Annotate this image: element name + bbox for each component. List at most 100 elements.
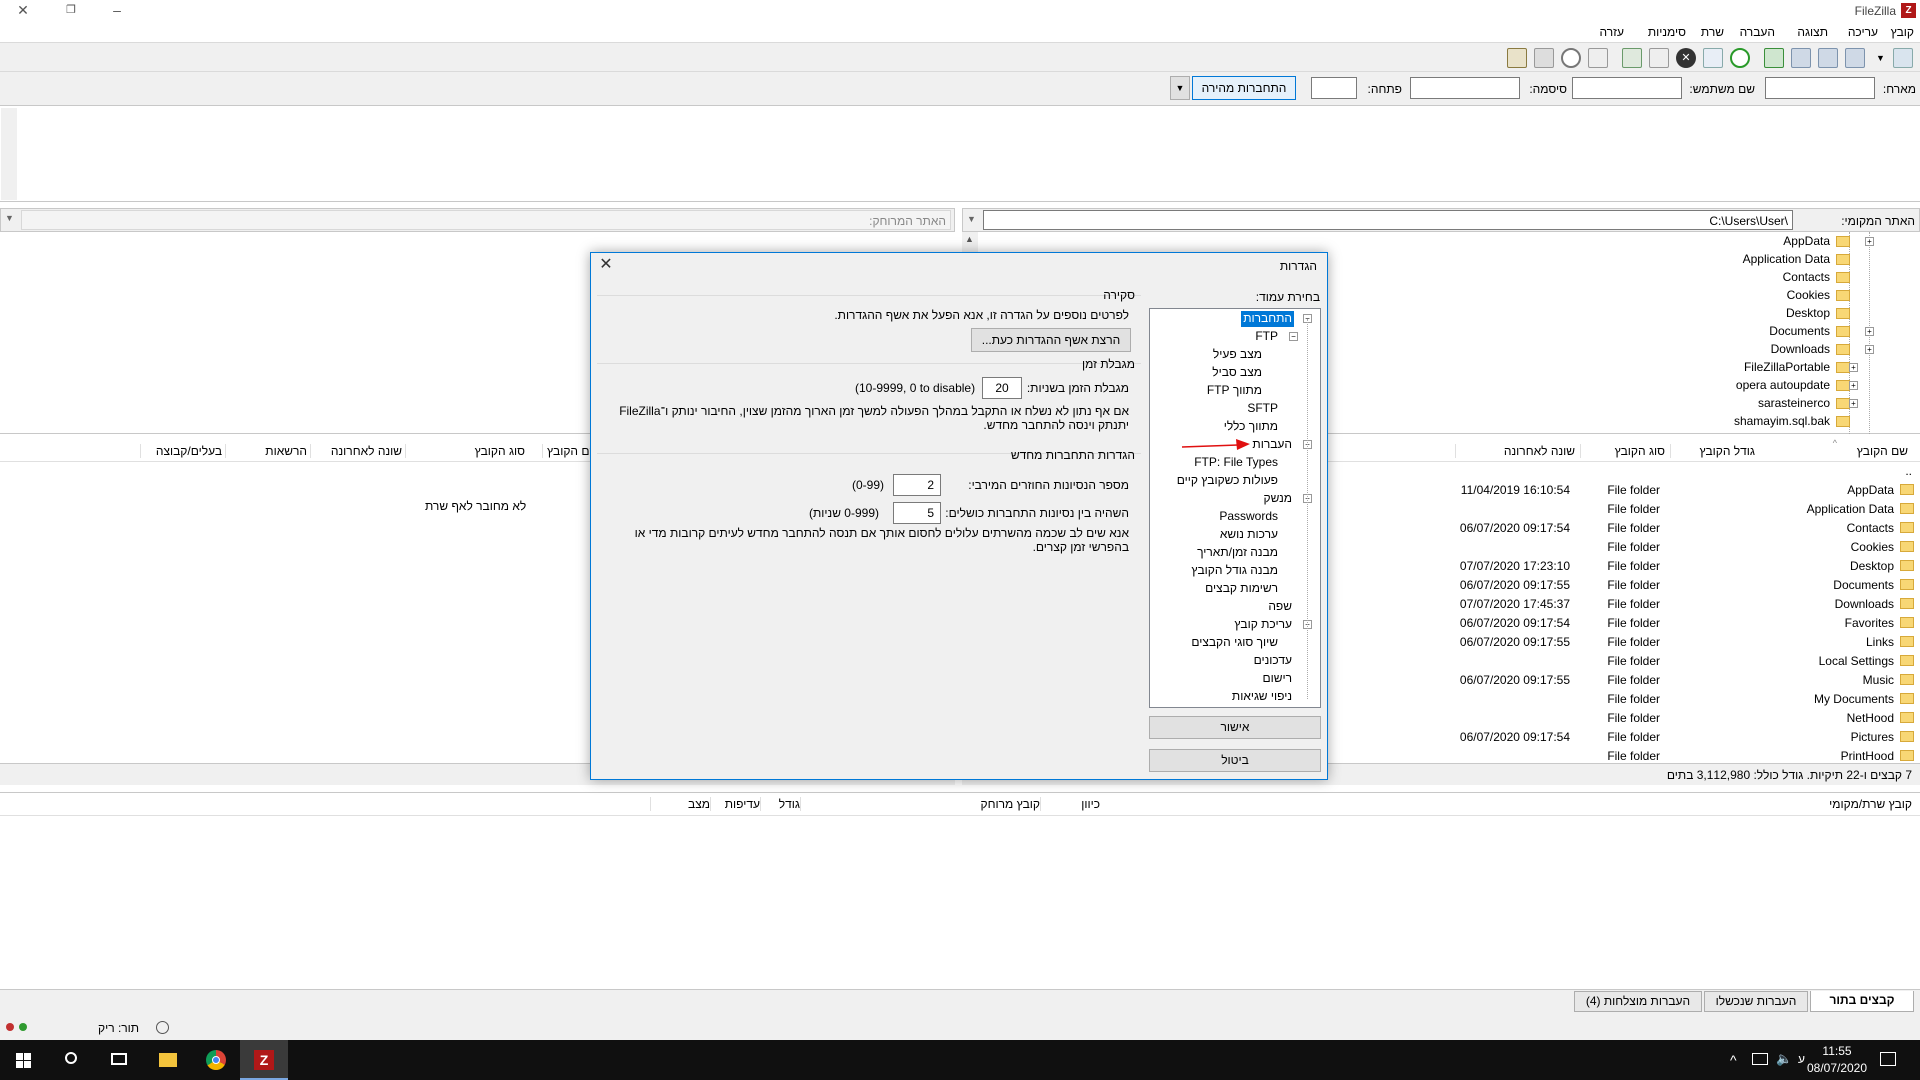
local-tree-item[interactable]: Documents	[1769, 324, 1850, 342]
local-tree-item[interactable]: Contacts	[1783, 270, 1850, 288]
toggle-queue-icon[interactable]	[1764, 48, 1784, 68]
tree-expand-icon[interactable]: +	[1865, 345, 1874, 354]
local-tree-item[interactable]: shamayim.sql.bak	[1734, 414, 1850, 432]
volume-muted-icon[interactable]: 🔈	[1776, 1051, 1792, 1067]
cancel-button[interactable]: ביטול	[1149, 749, 1321, 772]
task-view-icon[interactable]	[96, 1040, 144, 1080]
settings-page-item[interactable]: מצב פעיל	[1211, 347, 1264, 363]
queue-col-remote[interactable]: קובץ מרוחק	[800, 797, 1040, 811]
settings-page-item[interactable]: מבנה גודל הקובץ	[1189, 563, 1280, 579]
toggle-remote-tree-icon[interactable]	[1791, 48, 1811, 68]
local-tree-item[interactable]: sarasteinerco	[1758, 396, 1850, 414]
remote-col-modified[interactable]: שונה לאחרונה	[310, 444, 402, 458]
queue-col-server[interactable]: קובץ שרת/מקומי	[1825, 797, 1912, 811]
local-tree-item[interactable]: Downloads	[1771, 342, 1850, 360]
close-window-icon[interactable]: ✕	[0, 0, 46, 22]
refresh-icon[interactable]	[1730, 48, 1750, 68]
local-tree-item[interactable]: AppData	[1783, 234, 1850, 252]
tree-expand-icon[interactable]: +	[1849, 363, 1858, 372]
settings-page-item[interactable]: מתווך FTP	[1205, 383, 1264, 399]
ok-button[interactable]: אישור	[1149, 716, 1321, 739]
menu-view[interactable]: תצוגה	[1797, 25, 1828, 39]
settings-page-item[interactable]: ערכות נושא	[1218, 527, 1280, 543]
settings-page-item[interactable]: מנשק	[1261, 491, 1294, 507]
local-tree-item[interactable]: FileZillaPortable	[1744, 360, 1850, 378]
process-queue-icon[interactable]	[1703, 48, 1723, 68]
local-path-input[interactable]: C:\Users\User\	[983, 210, 1793, 230]
tab-successful-transfers[interactable]: העברות מוצלחות (4)	[1574, 991, 1702, 1012]
queue-col-direction[interactable]: כיוון	[1040, 797, 1100, 811]
start-button[interactable]	[0, 1040, 48, 1080]
settings-page-item[interactable]: FTP: File Types	[1192, 455, 1280, 471]
tree-expand-icon[interactable]: +	[1865, 327, 1874, 336]
tab-failed-transfers[interactable]: העברות שנכשלו	[1704, 991, 1808, 1012]
log-scrollbar[interactable]	[1, 108, 17, 200]
tab-queued-files[interactable]: קבצים בתור	[1810, 991, 1914, 1012]
speed-limits-icon[interactable]	[156, 1021, 169, 1034]
settings-page-item[interactable]: FTP	[1253, 329, 1280, 345]
settings-page-item[interactable]: SFTP	[1245, 401, 1280, 417]
settings-page-item[interactable]: שפה	[1266, 599, 1294, 615]
remote-col-permissions[interactable]: הרשאות	[225, 444, 307, 458]
local-path-dropdown-icon[interactable]: ▼	[967, 214, 976, 224]
menu-help[interactable]: עזרה	[1599, 25, 1624, 39]
local-col-name[interactable]: שם הקובץ	[1762, 444, 1912, 458]
site-manager-dropdown-icon[interactable]: ▼	[1876, 48, 1888, 68]
tree-expand-icon[interactable]: +	[1865, 237, 1874, 246]
reconnect-icon[interactable]	[1622, 48, 1642, 68]
toggle-local-tree-icon[interactable]	[1818, 48, 1838, 68]
directory-listing-filter-icon[interactable]	[1588, 48, 1608, 68]
toggle-log-icon[interactable]	[1845, 48, 1865, 68]
network-icon[interactable]	[1752, 1053, 1768, 1065]
restore-window-icon[interactable]: ❐	[48, 0, 94, 22]
local-tree-item[interactable]: Cookies	[1787, 288, 1850, 306]
local-tree-item[interactable]: Desktop	[1786, 306, 1850, 324]
notifications-icon[interactable]	[1880, 1052, 1896, 1066]
settings-page-item[interactable]: עריכת קובץ	[1232, 617, 1294, 633]
local-tree-item[interactable]: Application Data	[1743, 252, 1850, 270]
remote-path-dropdown-icon[interactable]: ▼	[5, 213, 14, 223]
settings-page-item[interactable]: ניפוי שגיאות	[1230, 689, 1294, 705]
tree-scroll-up-icon[interactable]: ▲	[965, 234, 974, 244]
settings-page-item[interactable]: Passwords	[1217, 509, 1280, 525]
disconnect-icon[interactable]	[1649, 48, 1669, 68]
retries-input[interactable]: 2	[893, 474, 941, 496]
settings-page-item[interactable]: רישום	[1260, 671, 1294, 687]
remote-path-input[interactable]	[21, 210, 951, 230]
menu-transfer[interactable]: העברה	[1740, 25, 1775, 39]
settings-page-item[interactable]: התחברות	[1241, 311, 1294, 327]
settings-page-item[interactable]: מבנה זמן/תאריך	[1195, 545, 1280, 561]
menu-bookmarks[interactable]: סימניות	[1648, 25, 1686, 39]
tree-expand-icon[interactable]: +	[1849, 399, 1858, 408]
cancel-operation-icon[interactable]: ✕	[1676, 48, 1696, 68]
remote-col-owner[interactable]: בעלים/קבוצה	[140, 444, 222, 458]
queue-col-priority[interactable]: עדיפות	[710, 797, 760, 811]
timeout-input[interactable]: 20	[982, 377, 1022, 399]
search-icon[interactable]	[48, 1040, 96, 1080]
quickconnect-dropdown-icon[interactable]: ▼	[1170, 76, 1190, 100]
settings-page-item[interactable]: פעולות כשקובץ קיים	[1175, 473, 1280, 489]
port-input[interactable]	[1311, 77, 1357, 99]
settings-page-item[interactable]: רשימות קבצים	[1203, 581, 1280, 597]
search-files-icon[interactable]	[1507, 48, 1527, 68]
queue-col-size[interactable]: גודל	[760, 797, 800, 811]
local-col-modified[interactable]: שונה לאחרונה	[1455, 444, 1575, 458]
host-input[interactable]	[1765, 77, 1875, 99]
file-explorer-icon[interactable]	[144, 1040, 192, 1080]
username-input[interactable]	[1572, 77, 1682, 99]
local-col-size[interactable]: גודל הקובץ	[1670, 444, 1755, 458]
run-wizard-button[interactable]: הרצת אשף ההגדרות כעת...	[971, 328, 1131, 352]
synchronized-browsing-icon[interactable]	[1534, 48, 1554, 68]
local-col-type[interactable]: סוג הקובץ	[1580, 444, 1665, 458]
quickconnect-button[interactable]: התחברות מהירה	[1192, 76, 1296, 100]
settings-page-item[interactable]: מצב סביל	[1210, 365, 1264, 381]
show-hidden-icons-icon[interactable]: ^	[1730, 1052, 1737, 1068]
menu-edit[interactable]: עריכה	[1848, 25, 1878, 39]
dialog-close-icon[interactable]: ✕	[593, 254, 619, 278]
chrome-icon[interactable]	[192, 1040, 240, 1080]
settings-page-item[interactable]: שיוך סוגי הקבצים	[1189, 635, 1280, 651]
menu-file[interactable]: קובץ	[1891, 25, 1914, 39]
site-manager-icon[interactable]	[1893, 48, 1913, 68]
tree-collapse-icon[interactable]: −	[1289, 332, 1298, 341]
settings-page-item[interactable]: העברות	[1250, 437, 1294, 453]
